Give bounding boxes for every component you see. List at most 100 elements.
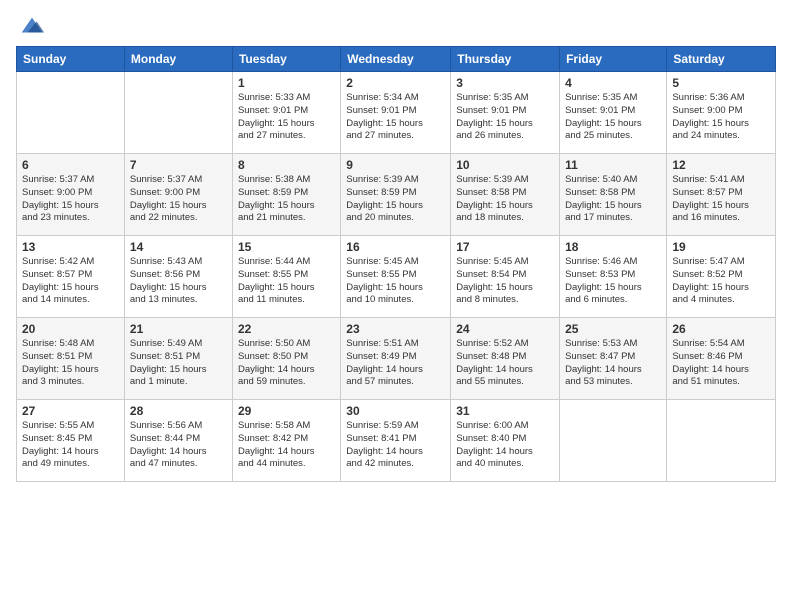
calendar-cell: 6 Sunrise: 5:37 AM Sunset: 9:00 PM Daylig… [17,154,125,236]
day-number: 10 [456,158,554,172]
day-info: Sunrise: 5:39 AM Sunset: 8:59 PM Dayligh… [346,174,445,225]
logo [16,12,46,40]
day-info: Sunrise: 5:42 AM Sunset: 8:57 PM Dayligh… [22,256,119,307]
day-number: 28 [130,404,227,418]
calendar-cell: 20 Sunrise: 5:48 AM Sunset: 8:51 PM Dayli… [17,318,125,400]
day-info: Sunrise: 5:54 AM Sunset: 8:46 PM Dayligh… [672,338,770,389]
calendar-cell: 5Sunrise: 5:36 AM Sunset: 9:00 PM Daylig… [667,72,776,154]
day-number: 19 [672,240,770,254]
day-number: 5 [672,76,770,90]
calendar-cell: 21 Sunrise: 5:49 AM Sunset: 8:51 PM Dayli… [124,318,232,400]
weekday-header-monday: Monday [124,47,232,72]
day-number: 29 [238,404,335,418]
calendar-cell: 15 Sunrise: 5:44 AM Sunset: 8:55 PM Dayli… [232,236,340,318]
calendar-week-row: 13 Sunrise: 5:42 AM Sunset: 8:57 PM Dayli… [17,236,776,318]
day-number: 9 [346,158,445,172]
calendar-cell: 11Sunrise: 5:40 AM Sunset: 8:58 PM Dayli… [560,154,667,236]
day-info: Sunrise: 5:58 AM Sunset: 8:42 PM Dayligh… [238,420,335,471]
calendar-cell: 27 Sunrise: 5:55 AM Sunset: 8:45 PM Dayli… [17,400,125,482]
day-info: Sunrise: 5:55 AM Sunset: 8:45 PM Dayligh… [22,420,119,471]
day-info: Sunrise: 5:52 AM Sunset: 8:48 PM Dayligh… [456,338,554,389]
weekday-header-sunday: Sunday [17,47,125,72]
calendar-cell: 28 Sunrise: 5:56 AM Sunset: 8:44 PM Dayli… [124,400,232,482]
calendar-cell: 10 Sunrise: 5:39 AM Sunset: 8:58 PM Dayli… [451,154,560,236]
calendar-table: SundayMondayTuesdayWednesdayThursdayFrid… [16,46,776,482]
day-info: Sunrise: 5:59 AM Sunset: 8:41 PM Dayligh… [346,420,445,471]
day-number: 23 [346,322,445,336]
day-info: Sunrise: 5:45 AM Sunset: 8:54 PM Dayligh… [456,256,554,307]
day-info: Sunrise: 5:49 AM Sunset: 8:51 PM Dayligh… [130,338,227,389]
header [16,12,776,40]
day-number: 20 [22,322,119,336]
day-info: Sunrise: 5:35 AM Sunset: 9:01 PM Dayligh… [565,92,661,143]
day-info: Sunrise: 5:43 AM Sunset: 8:56 PM Dayligh… [130,256,227,307]
day-info: Sunrise: 5:37 AM Sunset: 9:00 PM Dayligh… [22,174,119,225]
day-info: Sunrise: 5:51 AM Sunset: 8:49 PM Dayligh… [346,338,445,389]
calendar-week-row: 27 Sunrise: 5:55 AM Sunset: 8:45 PM Dayli… [17,400,776,482]
calendar-cell: 19Sunrise: 5:47 AM Sunset: 8:52 PM Dayli… [667,236,776,318]
calendar-cell: 7Sunrise: 5:37 AM Sunset: 9:00 PM Daylig… [124,154,232,236]
day-number: 17 [456,240,554,254]
calendar-cell: 12Sunrise: 5:41 AM Sunset: 8:57 PM Dayli… [667,154,776,236]
day-number: 3 [456,76,554,90]
day-info: Sunrise: 5:44 AM Sunset: 8:55 PM Dayligh… [238,256,335,307]
day-info: Sunrise: 5:56 AM Sunset: 8:44 PM Dayligh… [130,420,227,471]
calendar-cell: 23 Sunrise: 5:51 AM Sunset: 8:49 PM Dayli… [341,318,451,400]
day-info: Sunrise: 5:50 AM Sunset: 8:50 PM Dayligh… [238,338,335,389]
day-number: 27 [22,404,119,418]
calendar-week-row: 6 Sunrise: 5:37 AM Sunset: 9:00 PM Daylig… [17,154,776,236]
day-number: 30 [346,404,445,418]
calendar-cell: 24 Sunrise: 5:52 AM Sunset: 8:48 PM Dayli… [451,318,560,400]
day-info: Sunrise: 5:38 AM Sunset: 8:59 PM Dayligh… [238,174,335,225]
calendar-cell [560,400,667,482]
calendar-cell: 4 Sunrise: 5:35 AM Sunset: 9:01 PM Daylig… [560,72,667,154]
calendar-cell: 8 Sunrise: 5:38 AM Sunset: 8:59 PM Daylig… [232,154,340,236]
day-info: Sunrise: 5:45 AM Sunset: 8:55 PM Dayligh… [346,256,445,307]
calendar-cell: 9 Sunrise: 5:39 AM Sunset: 8:59 PM Daylig… [341,154,451,236]
day-info: Sunrise: 6:00 AM Sunset: 8:40 PM Dayligh… [456,420,554,471]
day-info: Sunrise: 5:40 AM Sunset: 8:58 PM Dayligh… [565,174,661,225]
calendar-cell: 25 Sunrise: 5:53 AM Sunset: 8:47 PM Dayli… [560,318,667,400]
day-info: Sunrise: 5:41 AM Sunset: 8:57 PM Dayligh… [672,174,770,225]
calendar-cell: 3 Sunrise: 5:35 AM Sunset: 9:01 PM Daylig… [451,72,560,154]
calendar-cell: 31 Sunrise: 6:00 AM Sunset: 8:40 PM Dayli… [451,400,560,482]
calendar-cell: 22Sunrise: 5:50 AM Sunset: 8:50 PM Dayli… [232,318,340,400]
day-number: 1 [238,76,335,90]
logo-icon [18,12,46,40]
day-number: 21 [130,322,227,336]
day-info: Sunrise: 5:46 AM Sunset: 8:53 PM Dayligh… [565,256,661,307]
day-info: Sunrise: 5:37 AM Sunset: 9:00 PM Dayligh… [130,174,227,225]
day-number: 6 [22,158,119,172]
calendar-cell: 1 Sunrise: 5:33 AM Sunset: 9:01 PM Daylig… [232,72,340,154]
weekday-header-saturday: Saturday [667,47,776,72]
calendar-week-row: 1 Sunrise: 5:33 AM Sunset: 9:01 PM Daylig… [17,72,776,154]
weekday-header-row: SundayMondayTuesdayWednesdayThursdayFrid… [17,47,776,72]
calendar-week-row: 20 Sunrise: 5:48 AM Sunset: 8:51 PM Dayli… [17,318,776,400]
page-container: SundayMondayTuesdayWednesdayThursdayFrid… [0,0,792,490]
day-info: Sunrise: 5:33 AM Sunset: 9:01 PM Dayligh… [238,92,335,143]
weekday-header-tuesday: Tuesday [232,47,340,72]
day-number: 8 [238,158,335,172]
day-number: 15 [238,240,335,254]
day-number: 13 [22,240,119,254]
calendar-cell: 2Sunrise: 5:34 AM Sunset: 9:01 PM Daylig… [341,72,451,154]
day-number: 26 [672,322,770,336]
calendar-cell: 13 Sunrise: 5:42 AM Sunset: 8:57 PM Dayli… [17,236,125,318]
weekday-header-thursday: Thursday [451,47,560,72]
day-info: Sunrise: 5:34 AM Sunset: 9:01 PM Dayligh… [346,92,445,143]
calendar-cell [124,72,232,154]
calendar-cell: 14 Sunrise: 5:43 AM Sunset: 8:56 PM Dayli… [124,236,232,318]
day-info: Sunrise: 5:53 AM Sunset: 8:47 PM Dayligh… [565,338,661,389]
day-number: 16 [346,240,445,254]
day-number: 24 [456,322,554,336]
day-number: 4 [565,76,661,90]
day-info: Sunrise: 5:39 AM Sunset: 8:58 PM Dayligh… [456,174,554,225]
calendar-cell [17,72,125,154]
day-number: 31 [456,404,554,418]
day-info: Sunrise: 5:35 AM Sunset: 9:01 PM Dayligh… [456,92,554,143]
day-number: 25 [565,322,661,336]
calendar-cell: 17 Sunrise: 5:45 AM Sunset: 8:54 PM Dayli… [451,236,560,318]
weekday-header-wednesday: Wednesday [341,47,451,72]
day-number: 14 [130,240,227,254]
day-info: Sunrise: 5:48 AM Sunset: 8:51 PM Dayligh… [22,338,119,389]
